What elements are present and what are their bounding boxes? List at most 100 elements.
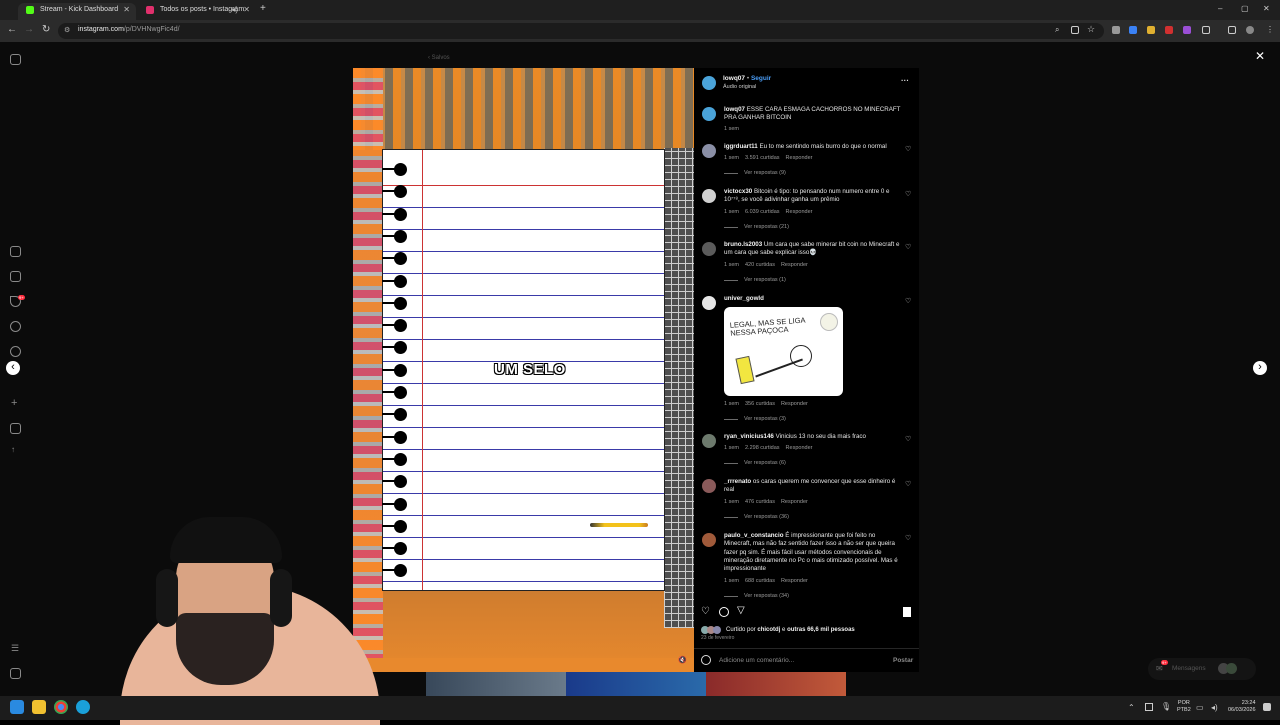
- saved-bookmark-icon[interactable]: [903, 607, 911, 617]
- microphone-icon[interactable]: 🎙: [1161, 702, 1171, 711]
- video-thumbnail[interactable]: [426, 672, 566, 696]
- comment-username[interactable]: paulo_v_constancio: [724, 532, 784, 539]
- emoji-smiley-icon[interactable]: [701, 655, 711, 665]
- comment-like-heart-icon[interactable]: ♡: [905, 436, 912, 443]
- forward-arrow-icon[interactable]: →: [24, 24, 34, 35]
- next-post-button[interactable]: ›: [1253, 361, 1267, 375]
- commenter-avatar[interactable]: [702, 189, 716, 203]
- instagram-logo-icon[interactable]: [10, 54, 21, 65]
- tray-app-icon[interactable]: [1145, 703, 1153, 711]
- back-to-saved-link[interactable]: ‹ Salvos: [428, 55, 450, 61]
- reply-button[interactable]: Responder: [781, 578, 808, 584]
- like-heart-icon[interactable]: ♡: [701, 606, 710, 617]
- follow-button[interactable]: Seguir: [751, 75, 771, 82]
- prev-post-button[interactable]: ‹: [6, 361, 20, 375]
- audio-label[interactable]: Áudio original: [723, 84, 756, 90]
- home-icon[interactable]: [10, 246, 21, 257]
- extensions-puzzle-icon[interactable]: [1202, 26, 1210, 34]
- comment-likes[interactable]: 356 curtidas: [745, 401, 775, 407]
- reply-button[interactable]: Responder: [781, 499, 808, 505]
- commenter-avatar[interactable]: [702, 533, 716, 547]
- volume-icon[interactable]: ◂): [1211, 703, 1218, 712]
- edge-icon[interactable]: [76, 700, 90, 714]
- reply-button[interactable]: Responder: [781, 401, 808, 407]
- comment-like-heart-icon[interactable]: ♡: [905, 191, 912, 198]
- extension-shield-icon[interactable]: [1112, 26, 1120, 34]
- post-comment-button[interactable]: Postar: [893, 657, 913, 664]
- search-icon[interactable]: [10, 321, 21, 332]
- explore-icon[interactable]: [10, 346, 21, 357]
- view-replies-button[interactable]: Ver respostas (36): [724, 514, 789, 520]
- threads-icon[interactable]: ↑: [11, 445, 15, 454]
- language-indicator[interactable]: POR PTB2: [1177, 700, 1191, 714]
- comment-username[interactable]: iggrduart11: [724, 143, 758, 150]
- reels-icon[interactable]: [10, 271, 21, 282]
- author-username[interactable]: lowq07: [723, 75, 745, 82]
- comment-input[interactable]: Adicione um comentário...: [719, 657, 794, 664]
- zoom-search-icon[interactable]: ⌕: [1055, 25, 1059, 35]
- tab-instagram[interactable]: Todos os posts • Instagram ◂) ✕: [138, 3, 256, 20]
- author-avatar[interactable]: [702, 76, 716, 90]
- back-arrow-icon[interactable]: ←: [7, 24, 17, 35]
- comment-username[interactable]: victocx30: [724, 188, 752, 195]
- extension-multicolor-icon[interactable]: [1147, 26, 1155, 34]
- messages-widget[interactable]: ✉ 9+ Mensagens: [1148, 658, 1256, 680]
- tab-kick-dashboard[interactable]: Stream - Kick Dashboard ✕: [18, 3, 136, 20]
- view-replies-button[interactable]: Ver respostas (6): [724, 460, 786, 466]
- chrome-icon[interactable]: [54, 700, 68, 714]
- comment-likes[interactable]: 420 curtidas: [745, 262, 775, 268]
- tab-close-icon[interactable]: ✕: [123, 3, 130, 17]
- view-replies-button[interactable]: Ver respostas (9): [724, 170, 786, 176]
- extension-purple-icon[interactable]: [1183, 26, 1191, 34]
- commenter-avatar[interactable]: [702, 434, 716, 448]
- address-bar[interactable]: [58, 23, 1104, 39]
- comment-likes[interactable]: 476 curtidas: [745, 499, 775, 505]
- minimize-button[interactable]: –: [1218, 4, 1222, 13]
- comment-like-heart-icon[interactable]: ♡: [905, 535, 912, 542]
- also-from-meta-icon[interactable]: [10, 668, 21, 679]
- browser-menu-icon[interactable]: ⋮: [1266, 25, 1274, 34]
- commenter-avatar[interactable]: [702, 296, 716, 310]
- dashboard-icon[interactable]: [10, 423, 21, 434]
- share-paper-plane-icon[interactable]: ▽: [737, 605, 745, 616]
- profile-avatar[interactable]: [1246, 26, 1254, 34]
- reading-list-icon[interactable]: [1228, 26, 1236, 34]
- close-window-button[interactable]: ✕: [1263, 4, 1270, 13]
- new-tab-button[interactable]: +: [260, 3, 266, 14]
- extension-red-icon[interactable]: [1165, 26, 1173, 34]
- network-icon[interactable]: ▭: [1196, 703, 1204, 712]
- commenter-avatar[interactable]: [702, 242, 716, 256]
- close-post-button[interactable]: ✕: [1255, 49, 1265, 63]
- create-plus-icon[interactable]: +: [11, 397, 17, 409]
- file-explorer-icon[interactable]: [32, 700, 46, 714]
- extension-audio-icon[interactable]: [1129, 26, 1137, 34]
- comment-likes[interactable]: 6.039 curtidas: [745, 209, 780, 215]
- tab-close-icon[interactable]: ✕: [243, 3, 250, 17]
- comment-username[interactable]: univer_gowld: [724, 295, 764, 302]
- reply-button[interactable]: Responder: [786, 209, 813, 215]
- menu-icon[interactable]: ☰: [11, 643, 19, 654]
- site-info-icon[interactable]: ⚙: [64, 26, 70, 34]
- comment-likes[interactable]: 688 curtidas: [745, 578, 775, 584]
- view-replies-button[interactable]: Ver respostas (3): [724, 416, 786, 422]
- notifications-icon[interactable]: [1263, 703, 1271, 711]
- comment-bubble-icon[interactable]: [719, 607, 729, 617]
- view-replies-button[interactable]: Ver respostas (21): [724, 224, 789, 230]
- windows-start-icon[interactable]: [10, 700, 24, 714]
- tray-chevron-icon[interactable]: ⌃: [1128, 703, 1135, 712]
- view-replies-button[interactable]: Ver respostas (34): [724, 593, 789, 599]
- comment-likes[interactable]: 3.591 curtidas: [745, 155, 780, 161]
- reload-icon[interactable]: ↻: [42, 24, 50, 35]
- comment-username[interactable]: ryan_vinicius146: [724, 433, 774, 440]
- screenshot-icon[interactable]: [1071, 26, 1079, 34]
- reply-button[interactable]: Responder: [786, 445, 813, 451]
- reply-button[interactable]: Responder: [786, 155, 813, 161]
- video-thumbnail[interactable]: [706, 672, 846, 696]
- commenter-avatar[interactable]: [702, 144, 716, 158]
- bookmark-star-icon[interactable]: ☆: [1087, 24, 1095, 35]
- comment-like-heart-icon[interactable]: ♡: [905, 481, 912, 488]
- more-options-icon[interactable]: ···: [901, 76, 909, 85]
- view-replies-button[interactable]: Ver respostas (1): [724, 277, 786, 283]
- comment-username[interactable]: bruno.ls2003: [724, 241, 762, 248]
- maximize-button[interactable]: ▢: [1241, 4, 1249, 13]
